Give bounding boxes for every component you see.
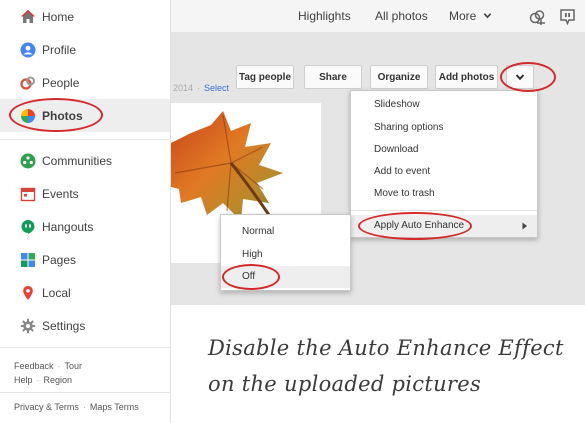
sidebar-item-label: People	[42, 75, 80, 90]
menu-item-label: Apply Auto Enhance	[374, 220, 465, 231]
caption-line-2: on the uploaded pictures	[208, 372, 482, 396]
more-options-button[interactable]	[506, 65, 534, 89]
home-icon	[20, 9, 36, 25]
submenu-item-label: High	[242, 249, 263, 260]
sidebar-item-pages[interactable]: Pages	[0, 243, 170, 276]
select-link[interactable]: Select	[204, 83, 229, 93]
gear-icon	[20, 318, 36, 334]
circles-icon	[20, 75, 36, 91]
sidebar-item-label: Photos	[42, 108, 83, 123]
divider	[0, 347, 170, 348]
submenu-item-high[interactable]: High	[221, 244, 350, 266]
sidebar-item-label: Local	[42, 285, 71, 300]
sidebar-item-settings[interactable]: Settings	[0, 309, 170, 342]
region-link[interactable]: Region	[44, 375, 73, 385]
sidebar-item-label: Hangouts	[42, 219, 94, 234]
menu-item-label: Sharing options	[374, 122, 444, 133]
auto-enhance-submenu: Normal High Off	[220, 214, 351, 291]
separator-dot: ·	[197, 83, 201, 93]
communities-icon	[20, 153, 36, 169]
album-date: 2014	[173, 83, 194, 93]
organize-button[interactable]: Organize	[370, 65, 428, 89]
feedback-link[interactable]: Feedback	[14, 361, 54, 371]
separator-dot: ·	[82, 402, 86, 412]
sidebar-item-label: Home	[42, 9, 75, 24]
sidebar-item-profile[interactable]: Profile	[0, 33, 170, 66]
menu-item-label: Add to event	[374, 166, 431, 177]
menu-item-label: Move to trash	[374, 188, 435, 199]
album-date-row: 2014 · Select	[173, 83, 229, 93]
sidebar-item-label: Events	[42, 186, 79, 201]
menu-item-add-to-event[interactable]: Add to event	[351, 161, 537, 183]
sidebar-item-events[interactable]: Events	[0, 177, 170, 210]
tab-all-photos[interactable]: All photos	[375, 0, 428, 33]
menu-item-download[interactable]: Download	[351, 139, 537, 161]
more-options-menu: Slideshow Sharing options Download Add t…	[350, 90, 538, 238]
separator-dot: ·	[36, 375, 40, 385]
hangouts-icon	[20, 219, 36, 235]
sidebar-item-photos[interactable]: Photos	[0, 99, 170, 132]
sidebar-item-local[interactable]: Local	[0, 276, 170, 309]
profile-icon	[20, 42, 36, 58]
menu-item-move-to-trash[interactable]: Move to trash	[351, 183, 537, 205]
sidebar-item-people[interactable]: People	[0, 66, 170, 99]
sidebar-item-label: Communities	[42, 153, 113, 168]
sidebar: Home Profile People Photos Communities E…	[0, 0, 171, 423]
maps-terms-link[interactable]: Maps Terms	[90, 402, 139, 412]
divider	[0, 392, 170, 393]
footer-links-row-2: Help · Region	[14, 375, 72, 385]
submenu-item-label: Off	[242, 271, 256, 282]
notifications-icon[interactable]	[559, 8, 576, 30]
tour-link[interactable]: Tour	[65, 361, 83, 371]
more-menu[interactable]: More	[449, 0, 492, 33]
chevron-down-icon	[515, 74, 525, 81]
tag-people-button[interactable]: Tag people	[236, 65, 294, 89]
menu-item-sharing-options[interactable]: Sharing options	[351, 117, 537, 139]
help-link[interactable]: Help	[14, 375, 33, 385]
submenu-arrow-icon	[522, 222, 527, 230]
sidebar-item-hangouts[interactable]: Hangouts	[0, 210, 170, 243]
photos-pinwheel-icon	[20, 108, 36, 124]
more-label: More	[449, 9, 477, 23]
menu-divider	[351, 210, 537, 211]
pages-icon	[20, 252, 36, 268]
add-photos-button[interactable]: Add photos	[435, 65, 498, 89]
submenu-item-label: Normal	[242, 226, 275, 237]
footer-links-row-1: Feedback · Tour	[14, 361, 82, 371]
caption-line-1: Disable the Auto Enhance Effect	[208, 336, 564, 360]
submenu-item-off[interactable]: Off	[221, 266, 350, 288]
sidebar-item-label: Profile	[42, 42, 77, 57]
sidebar-item-label: Settings	[42, 318, 86, 333]
menu-item-apply-auto-enhance[interactable]: Apply Auto Enhance	[351, 215, 537, 237]
share-button[interactable]: Share	[304, 65, 362, 89]
divider	[0, 139, 170, 140]
map-pin-icon	[20, 285, 36, 301]
menu-item-label: Download	[374, 144, 419, 155]
sidebar-item-home[interactable]: Home	[0, 0, 170, 33]
menu-item-slideshow[interactable]: Slideshow	[351, 94, 537, 116]
share-with-circles-icon[interactable]	[528, 8, 546, 31]
tab-highlights[interactable]: Highlights	[298, 0, 351, 33]
sidebar-item-label: Pages	[42, 252, 77, 267]
menu-item-label: Slideshow	[374, 99, 420, 110]
separator-dot: ·	[57, 361, 61, 371]
calendar-icon	[20, 186, 36, 202]
submenu-item-normal[interactable]: Normal	[221, 221, 350, 243]
footer-links-row-3: Privacy & Terms · Maps Terms	[14, 402, 139, 412]
privacy-terms-link[interactable]: Privacy & Terms	[14, 402, 79, 412]
sidebar-item-communities[interactable]: Communities	[0, 144, 170, 177]
top-bar: Highlights All photos More	[171, 0, 585, 33]
chevron-down-icon	[483, 13, 491, 19]
